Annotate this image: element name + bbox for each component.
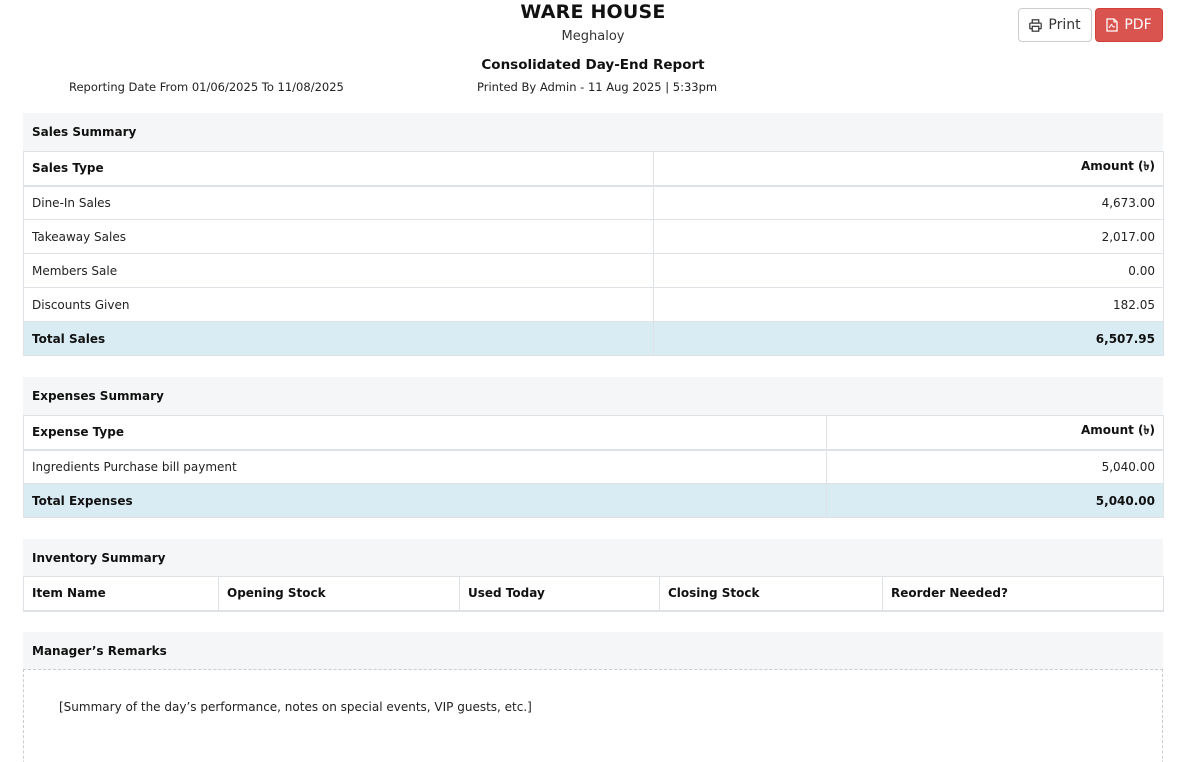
expense-type-cell: Ingredients Purchase bill payment — [23, 449, 827, 484]
col-expense-type: Expense Type — [23, 415, 827, 451]
col-reorder-needed: Reorder Needed? — [882, 576, 1164, 612]
amount-cell: 2,017.00 — [653, 219, 1164, 254]
col-sales-type: Sales Type — [23, 151, 654, 187]
inventory-summary-table: Item Name Opening Stock Used Today Closi… — [23, 576, 1164, 612]
table-header-row: Sales Type Amount (৳) — [23, 151, 1164, 187]
print-button-label: Print — [1048, 17, 1081, 33]
expenses-summary-heading: Expenses Summary — [23, 377, 1163, 415]
sales-type-cell: Dine-In Sales — [23, 185, 654, 220]
printer-icon — [1029, 18, 1043, 32]
col-closing-stock: Closing Stock — [659, 576, 883, 612]
col-opening-stock: Opening Stock — [218, 576, 460, 612]
amount-cell: 0.00 — [653, 253, 1164, 288]
table-header-row: Expense Type Amount (৳) — [23, 415, 1164, 451]
table-row: Takeaway Sales 2,017.00 — [23, 219, 1164, 254]
file-pdf-icon — [1106, 18, 1119, 32]
col-used-today: Used Today — [459, 576, 660, 612]
sales-type-cell: Discounts Given — [23, 287, 654, 322]
managers-remarks-heading: Manager’s Remarks — [23, 632, 1163, 670]
expenses-summary-table: Expense Type Amount (৳) Ingredients Purc… — [23, 415, 1164, 518]
report-title: Consolidated Day-End Report — [481, 57, 705, 73]
inventory-summary-heading: Inventory Summary — [23, 539, 1163, 577]
amount-cell: 182.05 — [653, 287, 1164, 322]
col-amount: Amount (৳) — [653, 151, 1164, 187]
managers-remarks-text: [Summary of the day’s performance, notes… — [59, 700, 532, 714]
table-header-row: Item Name Opening Stock Used Today Closi… — [23, 576, 1164, 612]
sales-summary-table: Sales Type Amount (৳) Dine-In Sales 4,67… — [23, 151, 1164, 356]
reporting-date-range: Reporting Date From 01/06/2025 To 11/08/… — [69, 80, 344, 94]
col-item-name: Item Name — [23, 576, 219, 612]
sales-summary-heading: Sales Summary — [23, 113, 1163, 151]
table-row: Ingredients Purchase bill payment 5,040.… — [23, 449, 1164, 484]
company-name: WARE HOUSE — [520, 1, 666, 23]
total-sales-row: Total Sales 6,507.95 — [23, 321, 1164, 356]
managers-remarks-box[interactable]: [Summary of the day’s performance, notes… — [23, 669, 1163, 762]
sales-type-cell: Members Sale — [23, 253, 654, 288]
pdf-button-label: PDF — [1124, 17, 1152, 33]
amount-cell: 5,040.00 — [826, 449, 1164, 484]
total-expenses-row: Total Expenses 5,040.00 — [23, 483, 1164, 518]
print-button[interactable]: Print — [1018, 8, 1092, 42]
sales-type-cell: Takeaway Sales — [23, 219, 654, 254]
amount-cell: 4,673.00 — [653, 185, 1164, 220]
table-row: Discounts Given 182.05 — [23, 287, 1164, 322]
table-row: Dine-In Sales 4,673.00 — [23, 185, 1164, 220]
table-row: Members Sale 0.00 — [23, 253, 1164, 288]
total-sales-amount: 6,507.95 — [653, 321, 1164, 356]
total-expenses-amount: 5,040.00 — [826, 483, 1164, 518]
printed-by: Printed By Admin - 11 Aug 2025 | 5:33pm — [477, 80, 718, 94]
total-sales-label: Total Sales — [23, 321, 654, 356]
branch-name: Meghaloy — [561, 29, 625, 44]
pdf-button[interactable]: PDF — [1095, 8, 1163, 42]
report-header: WARE HOUSE Meghaloy Consolidated Day-End… — [0, 0, 1186, 105]
total-expenses-label: Total Expenses — [23, 483, 827, 518]
col-amount: Amount (৳) — [826, 415, 1164, 451]
